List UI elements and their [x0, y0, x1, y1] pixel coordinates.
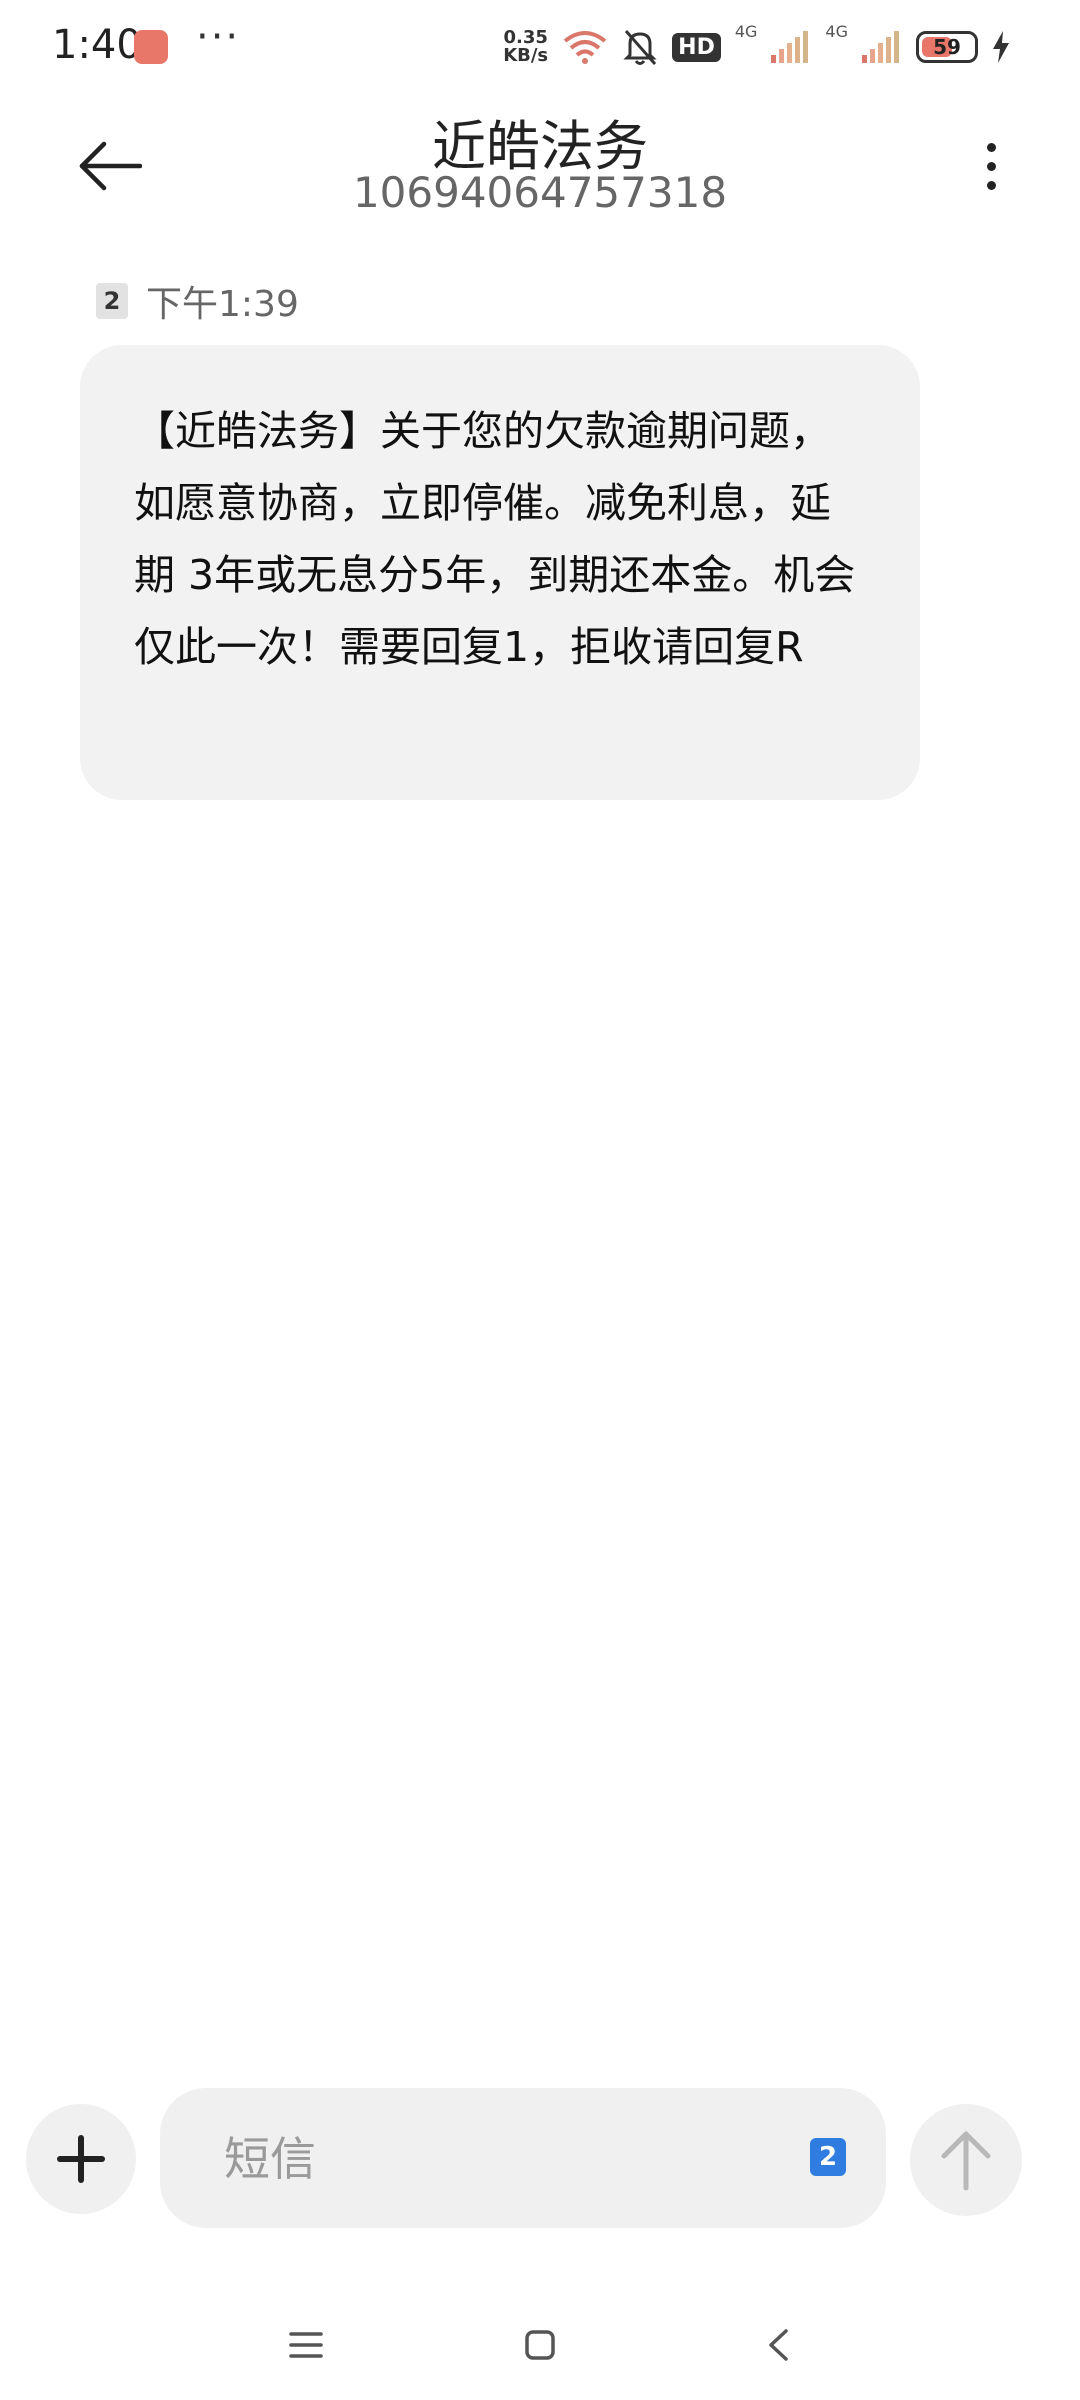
add-attachment-button[interactable] — [26, 2104, 136, 2214]
status-bar: 1:40 ··· 0.35 KB/s HD 4G 4G 59 — [0, 0, 1080, 96]
sim-card-icon: 2 — [96, 283, 128, 319]
message-text: 【近皓法务】关于您的欠款逾期问题，如愿意协商，立即停催。减免利息，延期 3年或无… — [134, 407, 856, 671]
notification-app-icon — [134, 30, 168, 64]
battery-icon: 59 — [916, 31, 978, 63]
status-icons: 0.35 KB/s HD 4G 4G 59 — [503, 22, 1010, 72]
mute-bell-icon — [623, 30, 657, 65]
message-input[interactable] — [222, 2124, 746, 2194]
battery-level: 59 — [933, 35, 961, 59]
sim-select-button[interactable]: 2 — [810, 2138, 846, 2176]
signal-1-icon — [771, 31, 809, 63]
signal-2-icon — [862, 31, 899, 63]
back-nav-button[interactable] — [738, 2310, 818, 2380]
sms-conversation-screen: 1:40 ··· 0.35 KB/s HD 4G 4G 59 近皓法务 1069… — [0, 0, 1080, 2400]
charging-bolt-icon — [993, 31, 1009, 63]
send-button[interactable] — [910, 2104, 1022, 2216]
system-navigation-bar — [0, 2290, 1080, 2400]
plus-icon — [57, 2135, 105, 2183]
signal-2-label: 4G — [825, 22, 848, 41]
home-button[interactable] — [500, 2310, 580, 2380]
back-chevron-icon — [769, 2329, 788, 2361]
message-timestamp: 下午1:39 — [146, 284, 299, 325]
send-arrow-up-icon — [941, 2131, 991, 2191]
notification-more-icon: ··· — [196, 14, 241, 60]
network-speed-unit: KB/s — [503, 45, 549, 66]
network-speed: 0.35 KB/s — [503, 29, 548, 65]
status-time: 1:40 — [52, 22, 142, 68]
compose-field: 2 — [160, 2088, 886, 2228]
wifi-icon — [563, 31, 607, 64]
message-bubble[interactable]: 【近皓法务】关于您的欠款逾期问题，如愿意协商，立即停催。减免利息，延期 3年或无… — [80, 345, 920, 800]
hd-volte-badge: HD — [672, 32, 721, 62]
more-vert-icon — [986, 142, 996, 152]
contact-number: 10694064757318 — [352, 168, 728, 217]
home-square-icon — [525, 2330, 555, 2360]
menu-lines-icon — [289, 2332, 323, 2358]
conversation-header: 近皓法务 10694064757318 — [0, 96, 1080, 256]
recent-apps-button[interactable] — [266, 2310, 346, 2380]
message-meta: 2 下午1:39 — [96, 275, 299, 327]
signal-1-label: 4G — [734, 22, 758, 41]
more-options-button[interactable] — [956, 126, 1026, 206]
